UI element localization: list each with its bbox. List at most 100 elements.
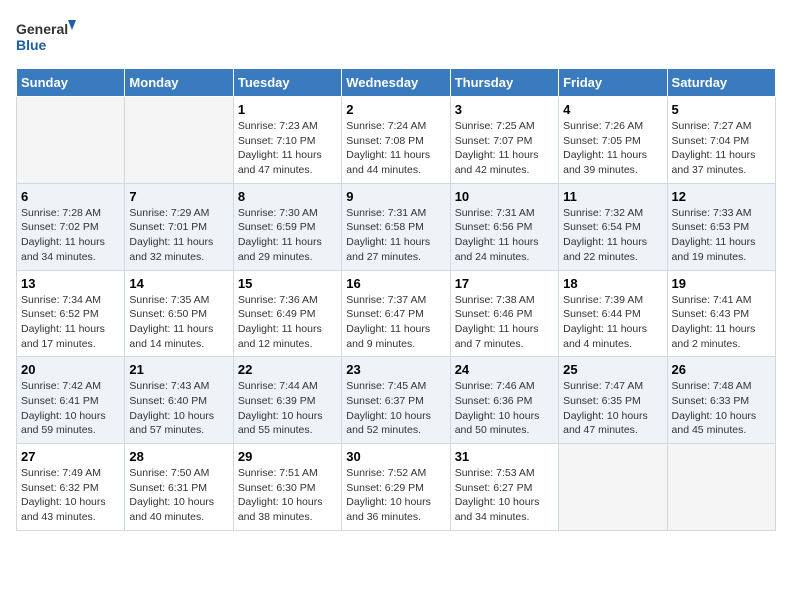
calendar-cell: 1 Sunrise: 7:23 AMSunset: 7:10 PMDaylight… [233, 97, 341, 184]
day-info: Sunrise: 7:31 AMSunset: 6:58 PMDaylight:… [346, 206, 445, 265]
weekday-header-saturday: Saturday [667, 69, 775, 97]
day-number: 28 [129, 449, 228, 464]
day-number: 16 [346, 276, 445, 291]
day-number: 19 [672, 276, 771, 291]
day-info: Sunrise: 7:52 AMSunset: 6:29 PMDaylight:… [346, 466, 445, 525]
week-row-2: 6 Sunrise: 7:28 AMSunset: 7:02 PMDaylight… [17, 183, 776, 270]
day-info: Sunrise: 7:35 AMSunset: 6:50 PMDaylight:… [129, 293, 228, 352]
day-info: Sunrise: 7:43 AMSunset: 6:40 PMDaylight:… [129, 379, 228, 438]
calendar-cell: 11Sunrise: 7:32 AMSunset: 6:54 PMDayligh… [559, 183, 667, 270]
day-info: Sunrise: 7:41 AMSunset: 6:43 PMDaylight:… [672, 293, 771, 352]
day-info: Sunrise: 7:49 AMSunset: 6:32 PMDaylight:… [21, 466, 120, 525]
calendar-cell [125, 97, 233, 184]
calendar-cell: 21Sunrise: 7:43 AMSunset: 6:40 PMDayligh… [125, 357, 233, 444]
calendar-table: SundayMondayTuesdayWednesdayThursdayFrid… [16, 68, 776, 531]
calendar-cell [559, 444, 667, 531]
day-number: 14 [129, 276, 228, 291]
day-number: 22 [238, 362, 337, 377]
logo: General Blue [16, 16, 76, 60]
day-info: Sunrise: 7:48 AMSunset: 6:33 PMDaylight:… [672, 379, 771, 438]
day-number: 29 [238, 449, 337, 464]
day-info: Sunrise: 7:42 AMSunset: 6:41 PMDaylight:… [21, 379, 120, 438]
day-number: 26 [672, 362, 771, 377]
day-info: Sunrise: 7:27 AMSunset: 7:04 PMDaylight:… [672, 119, 771, 178]
calendar-cell: 2 Sunrise: 7:24 AMSunset: 7:08 PMDaylight… [342, 97, 450, 184]
day-info: Sunrise: 7:39 AMSunset: 6:44 PMDaylight:… [563, 293, 662, 352]
svg-text:Blue: Blue [16, 37, 47, 53]
day-info: Sunrise: 7:29 AMSunset: 7:01 PMDaylight:… [129, 206, 228, 265]
calendar-cell: 22 Sunrise: 7:44 AMSunset: 6:39 PMDayligh… [233, 357, 341, 444]
calendar-cell: 27Sunrise: 7:49 AMSunset: 6:32 PMDayligh… [17, 444, 125, 531]
weekday-header-monday: Monday [125, 69, 233, 97]
calendar-cell: 13 Sunrise: 7:34 AMSunset: 6:52 PMDayligh… [17, 270, 125, 357]
calendar-cell: 19 Sunrise: 7:41 AMSunset: 6:43 PMDayligh… [667, 270, 775, 357]
day-info: Sunrise: 7:32 AMSunset: 6:54 PMDaylight:… [563, 206, 662, 265]
day-info: Sunrise: 7:28 AMSunset: 7:02 PMDaylight:… [21, 206, 120, 265]
calendar-cell [17, 97, 125, 184]
day-info: Sunrise: 7:46 AMSunset: 6:36 PMDaylight:… [455, 379, 554, 438]
logo-svg: General Blue [16, 16, 76, 60]
calendar-cell: 15 Sunrise: 7:36 AMSunset: 6:49 PMDayligh… [233, 270, 341, 357]
day-number: 4 [563, 102, 662, 117]
week-row-4: 20Sunrise: 7:42 AMSunset: 6:41 PMDayligh… [17, 357, 776, 444]
day-info: Sunrise: 7:25 AMSunset: 7:07 PMDaylight:… [455, 119, 554, 178]
day-info: Sunrise: 7:36 AMSunset: 6:49 PMDaylight:… [238, 293, 337, 352]
day-number: 18 [563, 276, 662, 291]
weekday-header-wednesday: Wednesday [342, 69, 450, 97]
calendar-cell: 29 Sunrise: 7:51 AMSunset: 6:30 PMDayligh… [233, 444, 341, 531]
day-number: 30 [346, 449, 445, 464]
day-number: 8 [238, 189, 337, 204]
calendar-cell: 25Sunrise: 7:47 AMSunset: 6:35 PMDayligh… [559, 357, 667, 444]
day-number: 23 [346, 362, 445, 377]
calendar-cell: 31 Sunrise: 7:53 AMSunset: 6:27 PMDayligh… [450, 444, 558, 531]
weekday-header-tuesday: Tuesday [233, 69, 341, 97]
page-header: General Blue [16, 16, 776, 60]
calendar-cell: 20Sunrise: 7:42 AMSunset: 6:41 PMDayligh… [17, 357, 125, 444]
calendar-cell: 18 Sunrise: 7:39 AMSunset: 6:44 PMDayligh… [559, 270, 667, 357]
calendar-cell [667, 444, 775, 531]
day-number: 24 [455, 362, 554, 377]
calendar-cell: 30 Sunrise: 7:52 AMSunset: 6:29 PMDayligh… [342, 444, 450, 531]
weekday-header-row: SundayMondayTuesdayWednesdayThursdayFrid… [17, 69, 776, 97]
calendar-cell: 10Sunrise: 7:31 AMSunset: 6:56 PMDayligh… [450, 183, 558, 270]
day-number: 6 [21, 189, 120, 204]
day-info: Sunrise: 7:26 AMSunset: 7:05 PMDaylight:… [563, 119, 662, 178]
day-number: 31 [455, 449, 554, 464]
day-info: Sunrise: 7:38 AMSunset: 6:46 PMDaylight:… [455, 293, 554, 352]
calendar-cell: 8 Sunrise: 7:30 AMSunset: 6:59 PMDaylight… [233, 183, 341, 270]
day-number: 5 [672, 102, 771, 117]
day-info: Sunrise: 7:23 AMSunset: 7:10 PMDaylight:… [238, 119, 337, 178]
week-row-1: 1 Sunrise: 7:23 AMSunset: 7:10 PMDaylight… [17, 97, 776, 184]
week-row-5: 27Sunrise: 7:49 AMSunset: 6:32 PMDayligh… [17, 444, 776, 531]
day-info: Sunrise: 7:24 AMSunset: 7:08 PMDaylight:… [346, 119, 445, 178]
calendar-cell: 16 Sunrise: 7:37 AMSunset: 6:47 PMDayligh… [342, 270, 450, 357]
day-info: Sunrise: 7:47 AMSunset: 6:35 PMDaylight:… [563, 379, 662, 438]
day-number: 2 [346, 102, 445, 117]
calendar-cell: 12 Sunrise: 7:33 AMSunset: 6:53 PMDayligh… [667, 183, 775, 270]
day-number: 12 [672, 189, 771, 204]
day-info: Sunrise: 7:45 AMSunset: 6:37 PMDaylight:… [346, 379, 445, 438]
day-number: 17 [455, 276, 554, 291]
day-info: Sunrise: 7:50 AMSunset: 6:31 PMDaylight:… [129, 466, 228, 525]
day-number: 7 [129, 189, 228, 204]
calendar-cell: 14 Sunrise: 7:35 AMSunset: 6:50 PMDayligh… [125, 270, 233, 357]
day-number: 13 [21, 276, 120, 291]
day-info: Sunrise: 7:44 AMSunset: 6:39 PMDaylight:… [238, 379, 337, 438]
day-info: Sunrise: 7:30 AMSunset: 6:59 PMDaylight:… [238, 206, 337, 265]
calendar-cell: 9 Sunrise: 7:31 AMSunset: 6:58 PMDaylight… [342, 183, 450, 270]
day-number: 3 [455, 102, 554, 117]
day-info: Sunrise: 7:33 AMSunset: 6:53 PMDaylight:… [672, 206, 771, 265]
calendar-cell: 3 Sunrise: 7:25 AMSunset: 7:07 PMDaylight… [450, 97, 558, 184]
day-info: Sunrise: 7:34 AMSunset: 6:52 PMDaylight:… [21, 293, 120, 352]
week-row-3: 13 Sunrise: 7:34 AMSunset: 6:52 PMDayligh… [17, 270, 776, 357]
weekday-header-friday: Friday [559, 69, 667, 97]
day-info: Sunrise: 7:37 AMSunset: 6:47 PMDaylight:… [346, 293, 445, 352]
day-number: 9 [346, 189, 445, 204]
day-number: 15 [238, 276, 337, 291]
day-info: Sunrise: 7:53 AMSunset: 6:27 PMDaylight:… [455, 466, 554, 525]
day-number: 1 [238, 102, 337, 117]
weekday-header-thursday: Thursday [450, 69, 558, 97]
calendar-cell: 28 Sunrise: 7:50 AMSunset: 6:31 PMDayligh… [125, 444, 233, 531]
calendar-cell: 26 Sunrise: 7:48 AMSunset: 6:33 PMDayligh… [667, 357, 775, 444]
day-info: Sunrise: 7:51 AMSunset: 6:30 PMDaylight:… [238, 466, 337, 525]
